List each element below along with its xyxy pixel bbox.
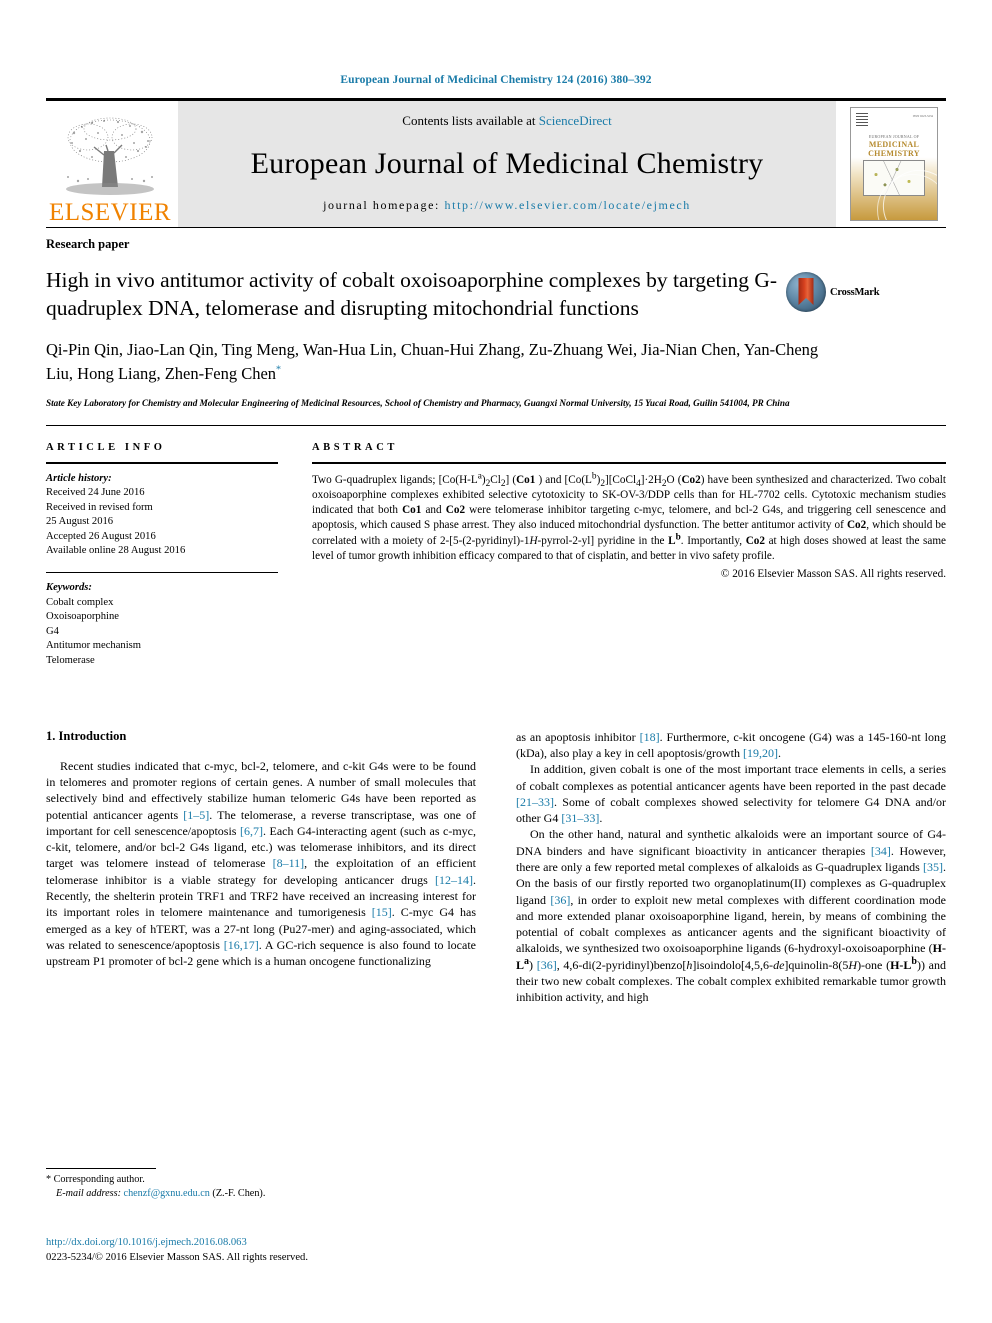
history-item: Received in revised form xyxy=(46,501,153,513)
citation-ref[interactable]: [1–5] xyxy=(183,808,209,822)
abstract-copyright: © 2016 Elsevier Masson SAS. All rights r… xyxy=(720,568,946,581)
crossmark-badge[interactable]: CrossMark xyxy=(786,272,894,312)
keyword-item: Oxoisoaporphine xyxy=(46,611,119,623)
page-title: High in vivo antitumor activity of cobal… xyxy=(46,268,778,320)
crossmark-label: CrossMark xyxy=(830,286,880,298)
body-columns: 1. Introduction Recent studies indicated… xyxy=(46,729,946,1006)
citation-ref[interactable]: [15] xyxy=(372,905,392,919)
history-item: Accepted 26 August 2016 xyxy=(46,530,156,542)
contents-prefix: Contents lists available at xyxy=(402,113,539,128)
email-suffix: (Z.-F. Chen). xyxy=(212,1188,266,1199)
history-item: 25 August 2016 xyxy=(46,516,114,528)
corresponding-symbol: * xyxy=(46,1174,52,1185)
citation-ref[interactable]: [35] xyxy=(923,860,943,874)
paragraph: On the other hand, natural and synthetic… xyxy=(516,827,946,1005)
corresponding-author-note: * Corresponding author. xyxy=(46,1173,466,1187)
journal-homepage-line: journal homepage: http://www.elsevier.co… xyxy=(323,198,691,213)
journal-homepage-link[interactable]: http://www.elsevier.com/locate/ejmech xyxy=(445,198,691,212)
citation-ref[interactable]: [21–33] xyxy=(516,795,554,809)
abstract-paragraph: Two G-quadruplex ligands; [Co(H-La)2Cl2]… xyxy=(312,470,947,562)
cover-elsevier-mark-icon xyxy=(856,113,868,126)
paragraph: Recent studies indicated that c-myc, bcl… xyxy=(46,758,476,969)
article-type: Research paper xyxy=(46,237,130,251)
keywords-label: Keywords: xyxy=(46,582,92,594)
footnote-block: * Corresponding author. E-mail address: … xyxy=(46,1168,466,1201)
title-row: High in vivo antitumor activity of cobal… xyxy=(46,266,946,322)
email-label: E-mail address: xyxy=(56,1188,121,1199)
crossmark-icon xyxy=(786,272,826,312)
cover-title: MEDICINAL CHEMISTRY xyxy=(851,140,937,158)
running-head: European Journal of Medicinal Chemistry … xyxy=(340,74,652,86)
citation-ref[interactable]: [6,7] xyxy=(240,824,263,838)
citation-ref[interactable]: [31–33] xyxy=(561,811,599,825)
introduction-right-text: as an apoptosis inhibitor [18]. Furtherm… xyxy=(516,729,946,1006)
article-header: Research paper High in vivo antitumor ac… xyxy=(46,227,946,411)
elsevier-logo: ELSEVIER xyxy=(46,101,174,227)
corresponding-author-marker: * xyxy=(276,364,282,376)
paragraph: as an apoptosis inhibitor [18]. Furtherm… xyxy=(516,729,946,760)
elsevier-wordmark: ELSEVIER xyxy=(48,199,172,226)
keyword-item: G4 xyxy=(46,625,59,637)
author-names: Qi-Pin Qin, Jiao-Lan Qin, Ting Meng, Wan… xyxy=(46,340,819,383)
cover-title-line1: MEDICINAL xyxy=(868,140,920,149)
article-info-column: ARTICLE INFO Article history: Received 2… xyxy=(46,442,278,669)
history-item: Available online 28 August 2016 xyxy=(46,545,186,557)
introduction-left-text: Recent studies indicated that c-myc, bcl… xyxy=(46,758,476,970)
article-info-heading: ARTICLE INFO xyxy=(46,441,166,453)
doi-block: http://dx.doi.org/10.1016/j.ejmech.2016.… xyxy=(46,1235,308,1265)
email-link[interactable]: chenzf@gxnu.edu.cn xyxy=(124,1188,210,1199)
keyword-item: Antitumor mechanism xyxy=(46,640,142,652)
citation-ref[interactable]: [16,17] xyxy=(224,938,259,952)
cover-issn: ISSN 0223-5234 xyxy=(912,114,933,118)
doi-link[interactable]: http://dx.doi.org/10.1016/j.ejmech.2016.… xyxy=(46,1235,308,1250)
abstract-text: Two G-quadruplex ligands; [Co(H-La)2Cl2]… xyxy=(312,464,946,583)
citation-ref[interactable]: [19,20] xyxy=(743,746,778,760)
journal-masthead: ELSEVIER Contents lists available at Sci… xyxy=(46,98,946,227)
cover-title-line2: CHEMISTRY xyxy=(868,149,920,158)
journal-cover-thumbnail: ISSN 0223-5234 EUROPEAN JOURNAL OF MEDIC… xyxy=(842,101,946,227)
crossmark-ribbon-icon xyxy=(798,278,814,305)
elsevier-tree-icon xyxy=(66,117,154,195)
abstract-column: ABSTRACT Two G-quadruplex ligands; [Co(H… xyxy=(312,442,946,669)
corresponding-text: Corresponding author. xyxy=(53,1174,145,1185)
body-column-right: as an apoptosis inhibitor [18]. Furtherm… xyxy=(516,729,946,1006)
citation-ref[interactable]: [36] xyxy=(537,958,557,972)
sciencedirect-link[interactable]: ScienceDirect xyxy=(539,113,612,128)
paper-page: European Journal of Medicinal Chemistry … xyxy=(0,0,992,1323)
email-note: E-mail address: chenzf@gxnu.edu.cn (Z.-F… xyxy=(46,1187,466,1201)
contents-available-line: Contents lists available at ScienceDirec… xyxy=(402,113,611,129)
affiliation: State Key Laboratory for Chemistry and M… xyxy=(46,398,790,408)
info-abstract-block: ARTICLE INFO Article history: Received 2… xyxy=(46,424,946,669)
journal-band: Contents lists available at ScienceDirec… xyxy=(178,101,836,227)
abstract-heading: ABSTRACT xyxy=(312,441,398,453)
journal-title: European Journal of Medicinal Chemistry xyxy=(250,146,764,180)
paragraph: In addition, given cobalt is one of the … xyxy=(516,762,946,826)
body-column-left: 1. Introduction Recent studies indicated… xyxy=(46,729,476,1006)
article-history-label: Article history: xyxy=(46,472,112,484)
keywords-block: Keywords: Cobalt complex Oxoisoaporphine… xyxy=(46,573,278,669)
history-item: Received 24 June 2016 xyxy=(46,487,145,499)
introduction-heading: 1. Introduction xyxy=(46,728,127,743)
cover-supertitle: EUROPEAN JOURNAL OF xyxy=(868,134,920,139)
citation-ref[interactable]: [18] xyxy=(640,730,660,744)
citation-ref[interactable]: [36] xyxy=(550,893,570,907)
homepage-prefix: journal homepage: xyxy=(323,198,445,212)
citation-ref[interactable]: [12–14] xyxy=(435,873,473,887)
issn-copyright-line: 0223-5234/© 2016 Elsevier Masson SAS. Al… xyxy=(46,1252,308,1263)
keyword-item: Cobalt complex xyxy=(46,596,114,608)
keyword-item: Telomerase xyxy=(46,655,95,667)
author-list: Qi-Pin Qin, Jiao-Lan Qin, Ting Meng, Wan… xyxy=(46,338,836,386)
footnote-rule xyxy=(46,1168,156,1169)
citation-ref[interactable]: [34] xyxy=(871,844,891,858)
citation-ref[interactable]: [8–11] xyxy=(273,856,305,870)
article-history: Article history: Received 24 June 2016 R… xyxy=(46,464,278,560)
